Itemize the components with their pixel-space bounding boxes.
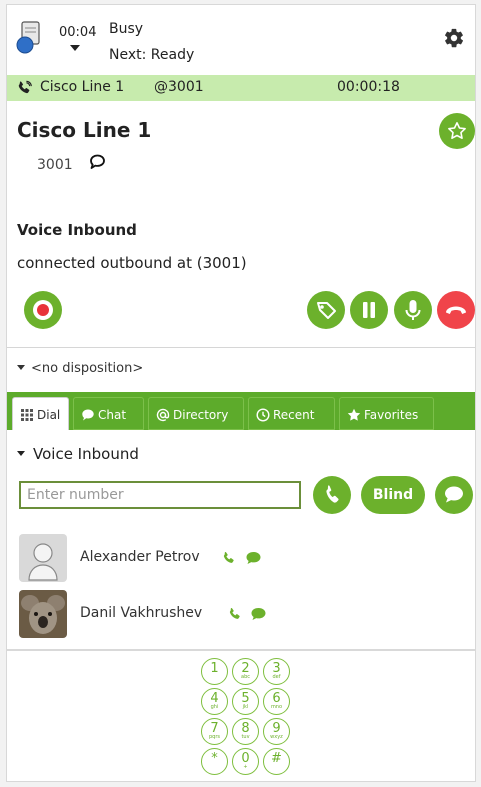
tab-directory[interactable]: Directory	[148, 397, 244, 430]
pause-icon	[363, 302, 375, 318]
add-favorite-button[interactable]	[439, 113, 475, 149]
tab-label: Directory	[173, 408, 229, 422]
contact-name: Danil Vakhrushev	[80, 605, 203, 621]
call-line-name: Cisco Line 1	[40, 79, 125, 95]
tag-button[interactable]	[307, 291, 345, 329]
blind-transfer-button[interactable]: Blind	[361, 476, 425, 514]
contact-row[interactable]: Danil Vakhrushev	[7, 588, 475, 640]
tab-label: Favorites	[364, 408, 419, 422]
tab-label: Chat	[98, 408, 127, 422]
contact-name: Alexander Petrov	[80, 549, 200, 565]
phone-icon	[326, 485, 339, 503]
divider	[7, 649, 475, 651]
tab-favorites[interactable]: Favorites	[339, 397, 434, 430]
agent-desktop-panel: 00:04 Busy Next: Ready Cisco Line 1 @300…	[6, 4, 476, 782]
hangup-button[interactable]	[437, 291, 475, 329]
call-button[interactable]	[313, 476, 351, 514]
tab-label: Recent	[273, 408, 315, 422]
disposition-dropdown[interactable]: <no disposition>	[17, 361, 143, 376]
number-input[interactable]	[19, 481, 301, 509]
chat-bubble-icon	[445, 486, 463, 503]
keypad-key[interactable]: 7 pqrs	[201, 718, 228, 745]
avatar	[19, 534, 67, 582]
keypad-key[interactable]: 5 jkl	[232, 688, 259, 715]
keypad-key[interactable]: 2 abc	[232, 658, 259, 685]
keypad-key[interactable]: 8 tuv	[232, 718, 259, 745]
line-number: 3001	[37, 157, 73, 173]
phone-icon[interactable]	[228, 607, 242, 621]
record-button[interactable]	[24, 291, 62, 329]
tab-label: Dial	[37, 408, 61, 422]
gear-icon[interactable]	[443, 27, 465, 49]
at-sign-icon	[156, 408, 170, 422]
keypad-key[interactable]: 9 wxyz	[263, 718, 290, 745]
status-timer: 00:04	[59, 25, 97, 40]
keypad-key[interactable]: 4 ghi	[201, 688, 228, 715]
phone-icon[interactable]	[222, 551, 236, 565]
clock-icon	[256, 408, 270, 422]
tab-dial[interactable]: Dial	[12, 397, 69, 430]
chat-bubble-icon[interactable]	[245, 551, 262, 565]
next-status: Next: Ready	[109, 47, 195, 63]
chat-bubble-icon[interactable]	[89, 154, 106, 170]
tag-icon	[317, 302, 336, 319]
record-icon	[33, 300, 53, 320]
keypad-icon	[21, 409, 33, 421]
keypad-key[interactable]: #	[263, 748, 290, 775]
caret-down-icon	[17, 451, 25, 456]
interaction-title: Voice Inbound	[17, 221, 137, 239]
star-icon	[347, 408, 361, 421]
keypad-key[interactable]: 0 +	[232, 748, 259, 775]
keypad-key[interactable]: 6 mno	[263, 688, 290, 715]
keypad-key[interactable]: 1	[201, 658, 228, 685]
keypad-key[interactable]: 3 def	[263, 658, 290, 685]
chat-bubble-icon	[82, 409, 94, 421]
hangup-icon	[446, 306, 466, 314]
dial-keypad: 1 2 abc 3 def 4 ghi 5 jkl 6 mno 7 pqrs 8 tuv 9w…	[201, 658, 297, 778]
star-icon	[448, 122, 466, 139]
agent-state-icon[interactable]	[16, 21, 42, 55]
chat-button[interactable]	[435, 476, 473, 514]
mute-button[interactable]	[394, 291, 432, 329]
agent-status[interactable]: Busy	[109, 21, 143, 37]
disposition-label: <no disposition>	[31, 361, 144, 376]
avatar	[19, 590, 67, 638]
line-title: Cisco Line 1	[17, 118, 152, 142]
agent-status-header: 00:04 Busy Next: Ready	[7, 5, 475, 71]
keypad-key[interactable]: *	[201, 748, 228, 775]
divider	[7, 347, 475, 348]
call-line-extension: @3001	[154, 79, 204, 95]
phone-icon	[18, 80, 32, 94]
tab-bar: Dial Chat Directory Recent Favorites	[7, 392, 475, 430]
interaction-detail: connected outbound at (3001)	[17, 254, 247, 272]
active-call-bar[interactable]: Cisco Line 1 @3001 00:00:18	[7, 75, 475, 101]
contact-row[interactable]: Alexander Petrov	[7, 532, 475, 584]
hold-button[interactable]	[350, 291, 388, 329]
chat-bubble-icon[interactable]	[250, 607, 267, 621]
status-dropdown-caret[interactable]	[70, 45, 80, 51]
microphone-icon	[405, 300, 421, 320]
caret-down-icon	[17, 365, 25, 370]
dial-section-title: Voice Inbound	[33, 445, 139, 463]
dial-section-header[interactable]: Voice Inbound	[17, 445, 139, 463]
call-duration: 00:00:18	[337, 79, 400, 95]
tab-recent[interactable]: Recent	[248, 397, 335, 430]
tab-chat[interactable]: Chat	[73, 397, 144, 430]
